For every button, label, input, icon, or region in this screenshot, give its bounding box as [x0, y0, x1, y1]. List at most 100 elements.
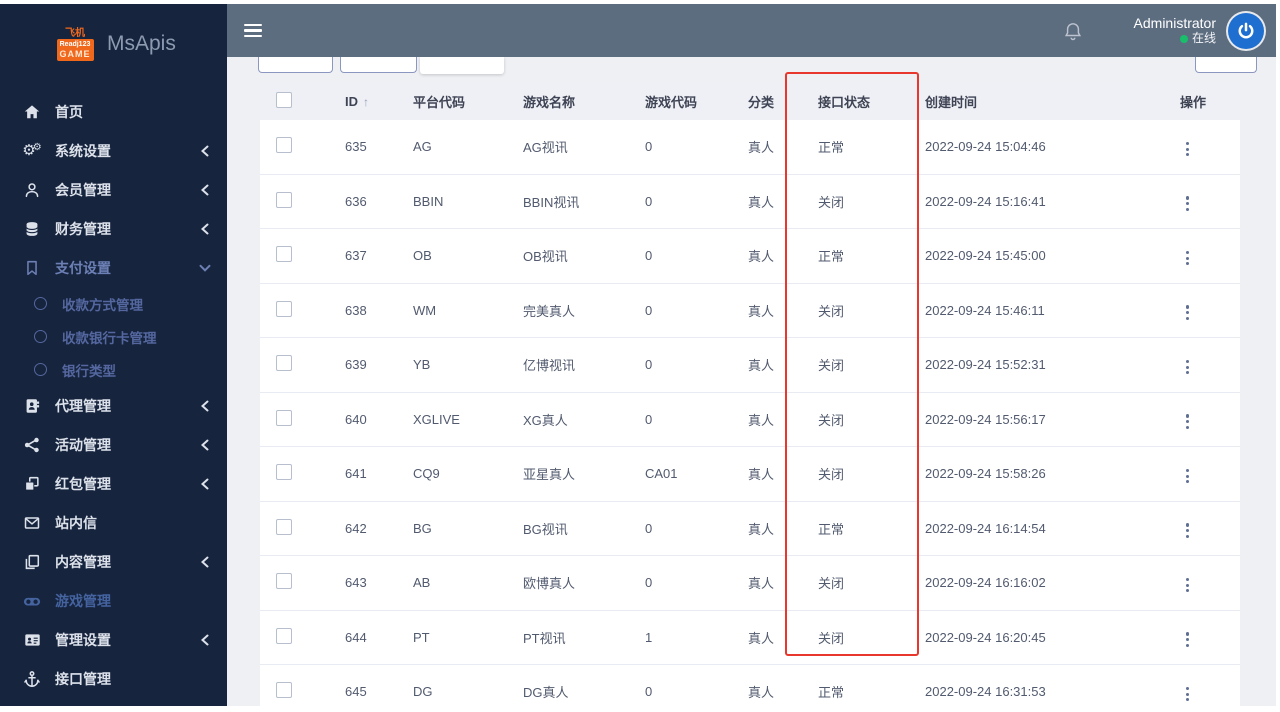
column-header-platform_code: 平台代码 [413, 94, 466, 110]
sidebar-item-label: 支付设置 [55, 259, 111, 276]
row-actions-kebab-icon[interactable] [1180, 301, 1195, 324]
table-body: 635 AG AG视讯 0 真人 正常 2022-09-24 15:04:46 636 BBIN… [260, 120, 1240, 706]
online-status-dot [1179, 34, 1188, 43]
sidebar-item-bank-type[interactable]: 银行类型 [0, 353, 227, 386]
cell-platform_code: PT [413, 629, 430, 645]
cell-api_status: 关闭 [818, 576, 845, 592]
sidebar-item-content-management[interactable]: 内容管理 [0, 542, 227, 581]
row-checkbox[interactable] [276, 464, 292, 481]
sidebar-item-payment-bank-card-management[interactable]: 收款银行卡管理 [0, 320, 227, 353]
table-row: 645 DG DG真人 0 真人 正常 2022-09-24 16:31:53 [260, 665, 1240, 706]
row-actions-kebab-icon[interactable] [1180, 356, 1195, 379]
table-header-row: ID ↑ 平台代码 游戏名称 游戏代码 分类 接口状态 创建时间 操作 [260, 82, 1240, 120]
cell-api_status: 正常 [818, 685, 845, 701]
table-row: 636 BBIN BBIN视讯 0 真人 关闭 2022-09-24 15:16:41 [260, 174, 1240, 229]
table-row: 642 BG BG视讯 0 真人 正常 2022-09-24 16:14:54 [260, 501, 1240, 556]
id-card-icon [22, 630, 42, 650]
column-header-created_at: 创建时间 [925, 94, 978, 110]
sidebar-item-api-management[interactable]: 接口管理 [0, 659, 227, 698]
cell-game_name: 亚星真人 [523, 467, 576, 483]
cell-game_code: 0 [645, 357, 653, 373]
row-actions-kebab-icon[interactable] [1180, 628, 1195, 651]
cell-game_name: 欧博真人 [523, 576, 576, 592]
row-actions-kebab-icon[interactable] [1180, 465, 1195, 488]
row-actions-kebab-icon[interactable] [1180, 138, 1195, 161]
table-row: 640 XGLIVE XG真人 0 真人 关闭 2022-09-24 15:56:17 [260, 392, 1240, 447]
home-icon [22, 102, 42, 122]
toolbar-button-2-clipped[interactable] [340, 57, 417, 73]
circle-icon [30, 360, 50, 380]
row-checkbox[interactable] [276, 191, 292, 208]
table-row: 641 CQ9 亚星真人 CA01 真人 关闭 2022-09-24 15:58:26 [260, 447, 1240, 502]
toolbar-button-right-clipped[interactable] [1195, 57, 1257, 73]
cell-select [260, 464, 329, 483]
row-checkbox[interactable] [276, 246, 292, 263]
notifications-bell-icon[interactable] [1064, 21, 1082, 41]
cell-created_at: 2022-09-24 16:14:54 [925, 520, 1046, 536]
cell-api_status: 正常 [818, 140, 845, 156]
sidebar-item-game-management[interactable]: 游戏管理 [0, 581, 227, 620]
row-checkbox[interactable] [276, 137, 292, 154]
toolbar-button-1-clipped[interactable] [258, 57, 333, 73]
cell-created_at: 2022-09-24 16:31:53 [925, 684, 1046, 700]
row-actions-kebab-icon[interactable] [1180, 574, 1195, 597]
cell-actions [1164, 351, 1240, 378]
chevron-left-icon [199, 184, 211, 196]
sidebar-item-agent-management[interactable]: 代理管理 [0, 386, 227, 425]
column-header-select [260, 91, 329, 111]
row-checkbox[interactable] [276, 518, 292, 535]
row-checkbox[interactable] [276, 573, 292, 590]
cell-select [260, 573, 329, 592]
cell-game_name: OB视讯 [523, 249, 568, 265]
sidebar-item-payment-method-management[interactable]: 收款方式管理 [0, 287, 227, 320]
cell-game_code: 1 [645, 629, 653, 645]
row-actions-kebab-icon[interactable] [1180, 519, 1195, 542]
cell-id: 637 [345, 248, 367, 264]
sidebar-item-activity-management[interactable]: 活动管理 [0, 425, 227, 464]
games-table: ID ↑ 平台代码 游戏名称 游戏代码 分类 接口状态 创建时间 操作 635 AG AG视讯 0 真人… [260, 82, 1240, 706]
user-menu[interactable]: Administrator 在线 [1134, 15, 1216, 46]
row-checkbox[interactable] [276, 627, 292, 644]
row-checkbox[interactable] [276, 409, 292, 426]
row-checkbox[interactable] [276, 682, 292, 699]
table-row: 638 WM 完美真人 0 真人 关闭 2022-09-24 15:46:11 [260, 283, 1240, 338]
sidebar: 飞机 Readj123 GAME MsApis 首页 ⚙ ⚙ 系统设置 会员管理 财务管理… [0, 4, 227, 706]
cell-game_code: 0 [645, 248, 653, 264]
logout-button[interactable] [1228, 12, 1264, 49]
app-logo[interactable]: 飞机 Readj123 GAME MsApis [0, 4, 227, 82]
table-row: 637 OB OB视讯 0 真人 正常 2022-09-24 15:45:00 [260, 229, 1240, 284]
cell-actions [1164, 624, 1240, 651]
row-actions-kebab-icon[interactable] [1180, 683, 1195, 706]
cell-select [260, 246, 329, 265]
cell-api_status: 关闭 [818, 194, 845, 210]
sidebar-item-site-message[interactable]: 站内信 [0, 503, 227, 542]
sidebar-item-admin-settings[interactable]: 管理设置 [0, 620, 227, 659]
select-all-checkbox[interactable] [276, 91, 292, 108]
cell-id: 638 [345, 302, 367, 318]
sidebar-item-finance-management[interactable]: 财务管理 [0, 209, 227, 248]
sidebar-item-system-settings[interactable]: ⚙ ⚙ 系统设置 [0, 131, 227, 170]
sidebar-toggle-button[interactable] [244, 21, 262, 41]
sidebar-item-redpacket-management[interactable]: 红包管理 [0, 464, 227, 503]
column-header-game_code: 游戏代码 [645, 94, 698, 110]
row-checkbox[interactable] [276, 355, 292, 372]
sidebar-item-label: 游戏管理 [55, 592, 111, 609]
table-row: 644 PT PT视讯 1 真人 关闭 2022-09-24 16:20:45 [260, 610, 1240, 665]
sidebar-item-label: 系统设置 [55, 142, 111, 159]
cell-game_name: XG真人 [523, 412, 568, 428]
sidebar-item-member-management[interactable]: 会员管理 [0, 170, 227, 209]
sidebar-item-payment-settings[interactable]: 支付设置 [0, 248, 227, 287]
row-checkbox[interactable] [276, 300, 292, 317]
row-actions-kebab-icon[interactable] [1180, 192, 1195, 215]
row-actions-kebab-icon[interactable] [1180, 410, 1195, 433]
cell-platform_code: CQ9 [413, 466, 440, 482]
sidebar-item-home[interactable]: 首页 [0, 92, 227, 131]
topbar: Administrator 在线 [227, 4, 1276, 57]
row-actions-kebab-icon[interactable] [1180, 247, 1195, 270]
cell-actions [1164, 297, 1240, 324]
cell-id: 645 [345, 684, 367, 700]
sidebar-item-label: 内容管理 [55, 553, 111, 570]
toolbar-dropdown-clipped[interactable] [420, 57, 504, 74]
sidebar-item-label: 接口管理 [55, 670, 111, 687]
column-header-id[interactable]: ID ↑ [329, 94, 397, 109]
